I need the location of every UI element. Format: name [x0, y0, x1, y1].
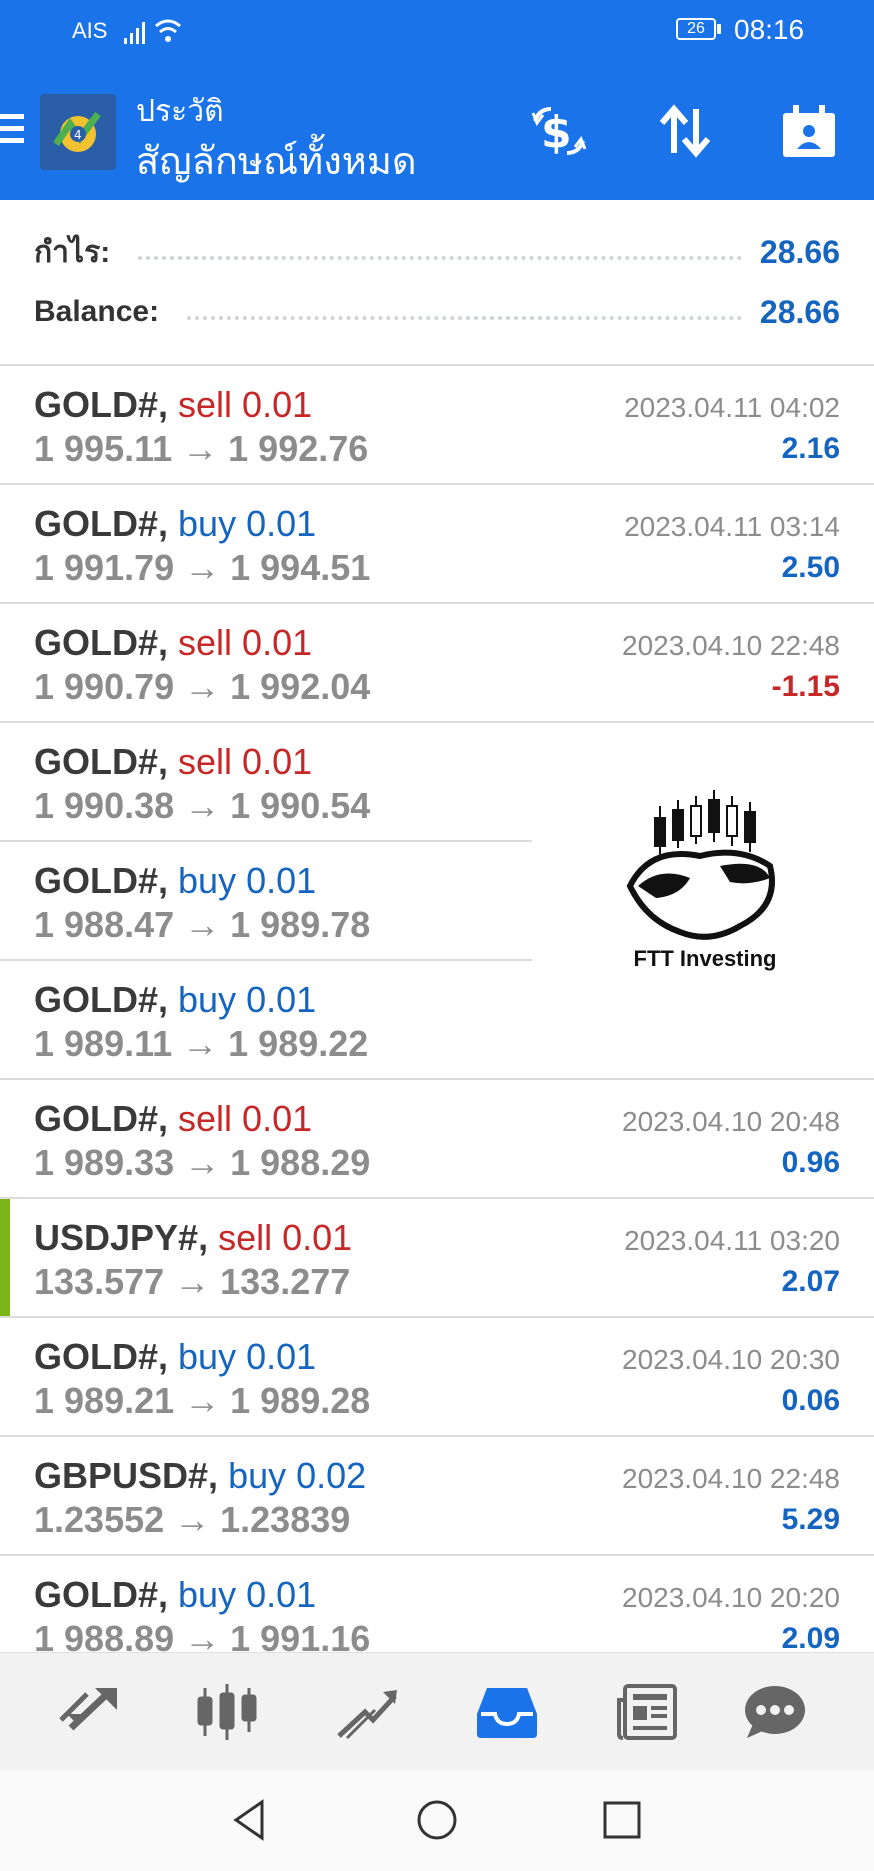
trade-profit: 5.29 [781, 1503, 840, 1536]
trade-side-volume: sell 0.01 [178, 622, 313, 663]
trade-prices: 1.23552 → 1.23839 [34, 1499, 351, 1540]
trade-time: 2023.04.10 22:48 [622, 1463, 840, 1494]
trade-symbol: GOLD#, [34, 384, 169, 425]
trade-side-volume: buy 0.01 [178, 979, 317, 1020]
trade-side-volume: buy 0.01 [178, 1574, 317, 1615]
trade-time: 2023.04.10 20:48 [622, 1106, 840, 1137]
trade-symbol: GOLD#, [34, 860, 169, 901]
trade-prices: 133.577 → 133.277 [34, 1261, 351, 1302]
balance-value: 28.66 [759, 293, 840, 330]
trade-prices: 1 988.47 → 1 989.78 [34, 904, 371, 945]
trade-time: 2023.04.11 04:02 [624, 392, 840, 423]
trade-prices: 1 989.21 → 1 989.28 [34, 1380, 371, 1421]
balance-row: Balance: 28.66 [34, 290, 840, 334]
dotted-leader [138, 256, 742, 260]
trade-side-volume: sell 0.01 [178, 1098, 313, 1139]
trade-side-volume: buy 0.01 [178, 1336, 317, 1377]
trade-time: 2023.04.10 20:30 [622, 1344, 840, 1375]
trade-row[interactable]: GOLD#, sell 0.01 1 990.79 → 1 992.04 202… [0, 604, 874, 723]
trade-symbol: GOLD#, [34, 979, 169, 1020]
battery-level: 26 [676, 18, 716, 40]
trade-profit: 2.09 [781, 1622, 840, 1652]
trade-prices: 1 991.79 → 1 994.51 [34, 547, 371, 588]
app-title[interactable]: สัญลักษณ์ทั้งหมด [136, 130, 417, 191]
trade-side-volume: sell 0.01 [178, 384, 313, 425]
trade-symbol: USDJPY#, [34, 1217, 209, 1258]
trade-profit: -1.15 [771, 670, 840, 703]
trade-symbol: GOLD#, [34, 622, 169, 663]
trade-side-volume: buy 0.01 [178, 503, 317, 544]
trade-side-volume: sell 0.01 [178, 741, 313, 782]
chat-icon[interactable] [740, 1677, 810, 1747]
menu-icon[interactable] [0, 114, 24, 150]
history-inbox-icon[interactable] [472, 1677, 542, 1747]
watermark-text: FTT Investing [633, 946, 777, 971]
trade-time: 2023.04.10 20:20 [622, 1582, 840, 1613]
summary-panel: กำไร: 28.66 Balance: 28.66 [0, 200, 874, 366]
trade-row[interactable]: GOLD#, buy 0.01 1 988.89 → 1 991.16 2023… [0, 1556, 874, 1652]
news-icon[interactable] [612, 1677, 682, 1747]
quotes-icon[interactable] [54, 1677, 124, 1747]
trade-profit: 2.50 [781, 551, 840, 584]
trade-prices: 1 990.79 → 1 992.04 [34, 666, 371, 707]
trade-symbol: GOLD#, [34, 741, 169, 782]
trade-profit: 2.16 [781, 432, 840, 465]
trade-time: 2023.04.11 03:20 [624, 1225, 840, 1256]
trade-symbol: GOLD#, [34, 503, 169, 544]
svg-text:$: $ [541, 107, 572, 158]
clock: 08:16 [734, 14, 805, 45]
trade-prices: 1 988.89 → 1 991.16 [34, 1618, 371, 1652]
app-bar: 4 ประวัติ สัญลักษณ์ทั้งหมด $ [0, 62, 874, 200]
trade-prices: 1 990.38 → 1 990.54 [34, 785, 371, 826]
trade-row[interactable]: USDJPY#, sell 0.01 133.577 → 133.277 202… [0, 1199, 874, 1318]
profit-value: 28.66 [759, 233, 840, 270]
trade-icon[interactable] [332, 1677, 402, 1747]
trade-side-volume: buy 0.02 [228, 1455, 367, 1496]
carrier-label: AIS [72, 18, 108, 43]
chart-candles-icon[interactable] [192, 1677, 262, 1747]
dollar-exchange-icon[interactable]: $ [524, 96, 594, 166]
trade-row[interactable]: GOLD#, buy 0.01 1 989.21 → 1 989.28 2023… [0, 1318, 874, 1437]
metatrader-logo[interactable]: 4 [40, 94, 116, 170]
trade-prices: 1 989.33 → 1 988.29 [34, 1142, 371, 1183]
trade-prices: 1 995.11 → 1 992.76 [34, 428, 369, 469]
profit-row: กำไร: 28.66 [34, 230, 840, 274]
selected-accent-bar [0, 1199, 10, 1316]
trade-time: 2023.04.11 03:14 [624, 511, 840, 542]
recents-icon[interactable] [594, 1792, 650, 1848]
trade-row[interactable]: GOLD#, sell 0.01 1 989.33 → 1 988.29 202… [0, 1080, 874, 1199]
watermark-logo: FTT Investing [620, 786, 790, 976]
trade-row[interactable]: GBPUSD#, buy 0.02 1.23552 → 1.23839 2023… [0, 1437, 874, 1556]
system-navigation-bar [0, 1770, 874, 1871]
balance-label: Balance: [34, 295, 160, 328]
calendar-person-icon[interactable] [774, 96, 844, 166]
trade-symbol: GOLD#, [34, 1336, 169, 1377]
trade-row[interactable]: GOLD#, sell 0.01 1 995.11 → 1 992.76 202… [0, 366, 874, 485]
trade-prices: 1 989.11 → 1 989.22 [34, 1023, 369, 1064]
trade-side-volume: buy 0.01 [178, 860, 317, 901]
dotted-leader [187, 316, 742, 320]
trade-symbol: GOLD#, [34, 1574, 169, 1615]
trade-profit: 0.06 [781, 1384, 840, 1417]
back-icon[interactable] [222, 1792, 278, 1848]
battery-icon: 26 [676, 18, 724, 42]
trade-symbol: GBPUSD#, [34, 1455, 219, 1496]
trade-time: 2023.04.10 22:48 [622, 630, 840, 661]
trade-history-list[interactable]: GOLD#, sell 0.01 1 995.11 → 1 992.76 202… [0, 366, 874, 1652]
trade-side-volume: sell 0.01 [218, 1217, 353, 1258]
home-icon[interactable] [409, 1792, 465, 1848]
svg-text:4: 4 [74, 128, 82, 142]
trade-symbol: GOLD#, [34, 1098, 169, 1139]
app-subtitle: ประวัติ [136, 95, 224, 128]
sort-arrows-icon[interactable] [650, 96, 720, 166]
profit-label: กำไร: [34, 235, 111, 269]
trade-row[interactable]: GOLD#, buy 0.01 1 991.79 → 1 994.51 2023… [0, 485, 874, 604]
signal-wifi-icon [124, 19, 181, 44]
trade-profit: 0.96 [781, 1146, 840, 1179]
bottom-tab-bar [0, 1652, 874, 1771]
status-bar: AIS 26 08:16 [0, 0, 874, 62]
trade-profit: 2.07 [781, 1265, 840, 1298]
trade-row[interactable]: GOLD#, buy 0.01 1 989.11 → 1 989.22 [0, 961, 874, 1080]
